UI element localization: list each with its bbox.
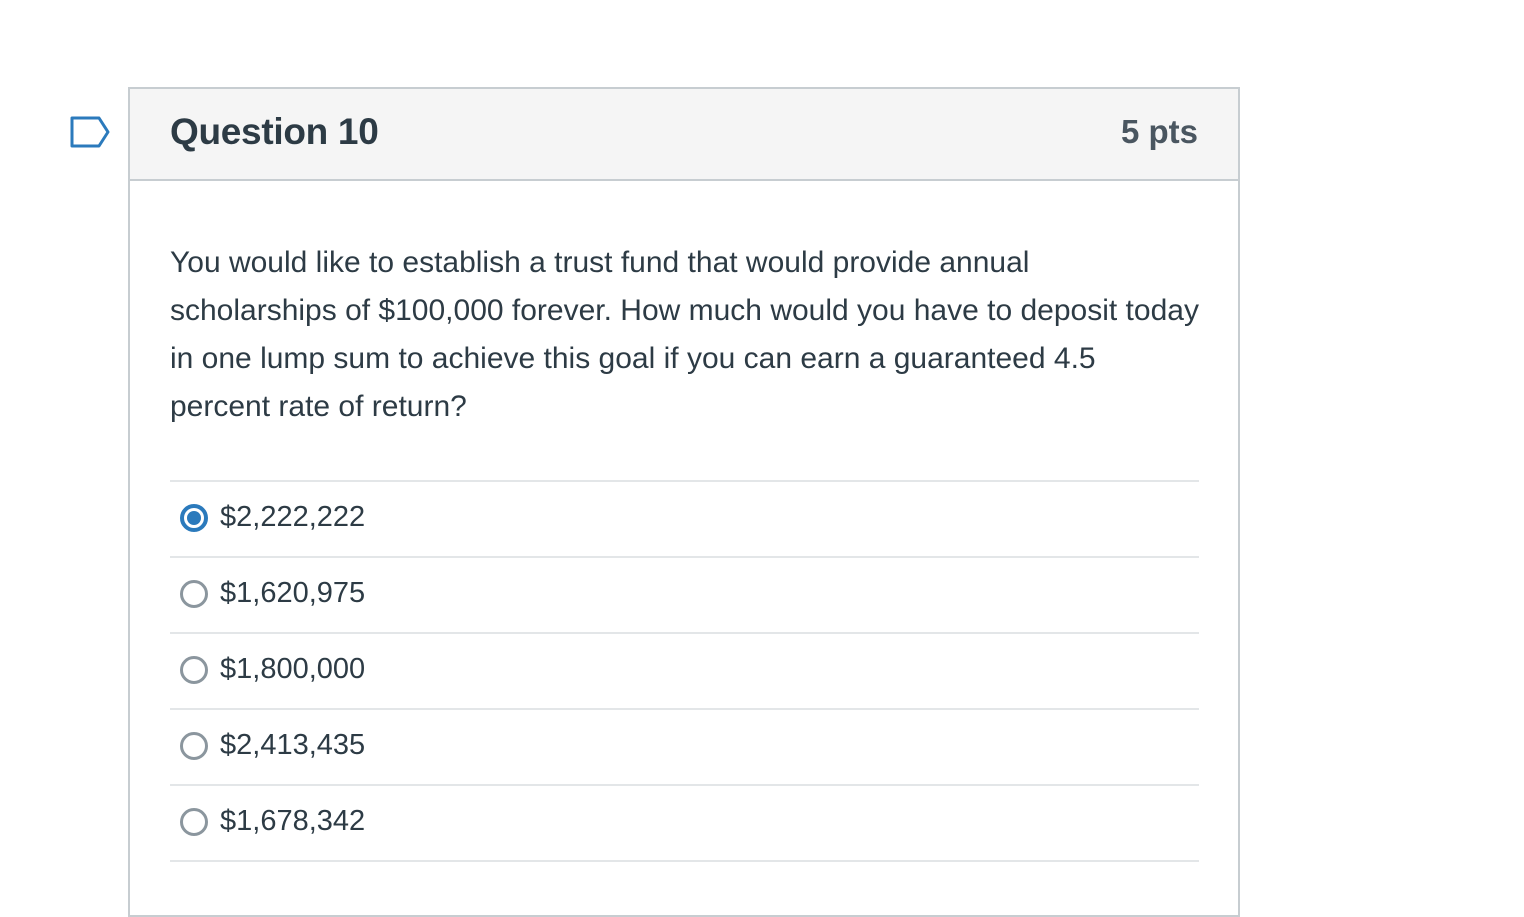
answer-list: $2,222,222 $1,620,975 $1,800,000 $2,413,…	[170, 480, 1199, 862]
answer-label[interactable]: $1,800,000	[220, 651, 365, 687]
answer-option[interactable]: $1,678,342	[170, 786, 1199, 862]
answer-label[interactable]: $1,678,342	[220, 803, 365, 839]
radio-button[interactable]	[180, 656, 208, 684]
flag-question-icon[interactable]	[69, 115, 113, 149]
question-card: Question 10 5 pts You would like to esta…	[128, 87, 1240, 917]
answer-label[interactable]: $2,413,435	[220, 727, 365, 763]
question-header: Question 10 5 pts	[130, 89, 1238, 181]
radio-button-selected[interactable]	[180, 504, 208, 532]
radio-button[interactable]	[180, 808, 208, 836]
radio-button[interactable]	[180, 580, 208, 608]
answer-option[interactable]: $1,620,975	[170, 558, 1199, 634]
answer-option[interactable]: $2,413,435	[170, 710, 1199, 786]
answer-option[interactable]: $2,222,222	[170, 482, 1199, 558]
answer-label[interactable]: $2,222,222	[220, 499, 365, 535]
question-text: You would like to establish a trust fund…	[170, 246, 1199, 423]
answer-label[interactable]: $1,620,975	[220, 575, 365, 611]
question-points: 5 pts	[1120, 113, 1198, 150]
answer-option[interactable]: $1,800,000	[170, 634, 1199, 710]
radio-button[interactable]	[180, 732, 208, 760]
question-title: Question 10	[170, 111, 379, 152]
